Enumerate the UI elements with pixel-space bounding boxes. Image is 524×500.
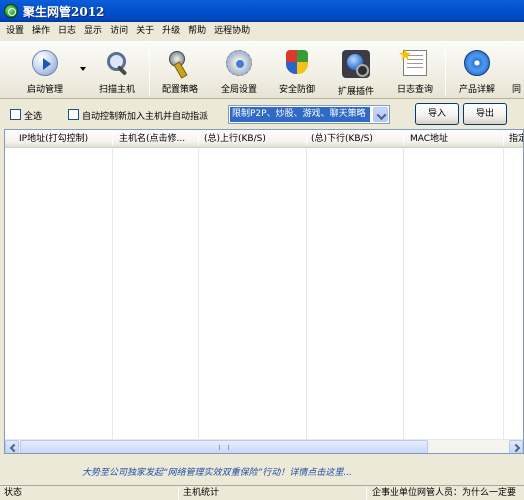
log-query-button[interactable]: 日志查询 (390, 42, 440, 98)
log-icon (398, 45, 427, 76)
product-details-label: 产品详解 (458, 85, 495, 95)
column-download[interactable]: (总)下行(KB/S) (311, 130, 403, 148)
chevron-down-icon[interactable] (373, 107, 388, 122)
scan-hosts-label: 扫描主机 (98, 85, 135, 95)
options-row: 全选 自动控制新加入主机并自动指派 限制P2P、炒股、游戏、聊天策略 导入 导出 (0, 101, 524, 129)
security-defense-button[interactable]: 安全防御 (272, 42, 322, 98)
column-separator[interactable] (198, 133, 199, 145)
horizontal-scrollbar[interactable] (5, 439, 523, 453)
column-separator[interactable] (503, 133, 504, 145)
global-settings-button[interactable]: 全局设置 (214, 42, 264, 98)
promo-link[interactable]: 大势至公司独家发起“网络管理实效双重保险”行动！详情点击这里... (82, 465, 352, 478)
disc-icon (464, 50, 490, 76)
auto-control-checkbox[interactable] (68, 109, 79, 120)
host-table[interactable]: IP地址(打勾控制) 主机名(点击修... (总)上行(KB/S) (总)下行(… (4, 129, 524, 454)
more-toolbar-button[interactable]: 同 (512, 42, 524, 98)
magnifier-icon (104, 50, 130, 76)
scroll-left-icon[interactable] (5, 440, 19, 453)
grid-line (198, 148, 199, 441)
more-toolbar-label: 同 (512, 85, 522, 95)
host-stats-text: 主机统计 (183, 488, 220, 498)
more-icon (512, 50, 524, 76)
menu-access[interactable]: 访问 (106, 22, 132, 40)
play-icon (32, 50, 58, 76)
status-separator (366, 487, 367, 500)
start-management-button[interactable]: 启动管理 (10, 42, 80, 98)
shield-icon (286, 50, 308, 76)
column-separator[interactable] (306, 133, 307, 145)
grid-line (403, 148, 404, 441)
export-button[interactable]: 导出 (463, 103, 507, 125)
column-separator[interactable] (112, 133, 113, 145)
menu-display[interactable]: 显示 (80, 22, 106, 40)
status-bar: 状态 主机统计 企事业单位网管人员：为什么一定要 (0, 485, 524, 500)
configure-policy-button[interactable]: 配置策略 (155, 42, 205, 98)
menu-settings[interactable]: 设置 (2, 22, 28, 40)
toolbar-separator (445, 46, 446, 96)
start-management-dropdown-arrow[interactable] (80, 67, 86, 71)
key-icon (167, 50, 193, 76)
menu-help[interactable]: 帮助 (184, 22, 210, 40)
toolbar: 启动管理 扫描主机 配置策略 全局设置 安全防御 扩展插件 日志查询 产品详解 … (0, 41, 524, 99)
import-button[interactable]: 导入 (415, 103, 459, 125)
column-hostname[interactable]: 主机名(点击修... (119, 130, 199, 148)
column-mac-address[interactable]: MAC地址 (410, 130, 502, 148)
global-settings-label: 全局设置 (220, 85, 257, 95)
select-all-checkbox[interactable] (10, 109, 21, 120)
column-separator[interactable] (403, 133, 404, 145)
start-management-label: 启动管理 (26, 85, 63, 95)
title-bar[interactable]: 聚生网管2012 (0, 0, 524, 22)
scrollbar-thumb[interactable] (20, 440, 428, 453)
window-title: 聚生网管2012 (23, 4, 105, 19)
select-all-label[interactable]: 全选 (24, 109, 42, 122)
menu-log[interactable]: 日志 (54, 22, 80, 40)
status-message[interactable]: 企事业单位网管人员：为什么一定要 (372, 487, 524, 500)
scan-hosts-button[interactable]: 扫描主机 (92, 42, 142, 98)
menu-bar: 设置 操作 日志 显示 访问 关于 升级 帮助 远程协助 (0, 22, 524, 40)
policy-select-value: 限制P2P、炒股、游戏、聊天策略 (230, 107, 370, 122)
status-text: 状态 (4, 488, 23, 498)
grid-line (112, 148, 113, 441)
extension-plugins-button[interactable]: 扩展插件 (330, 42, 382, 98)
toolbar-separator (149, 46, 150, 96)
menu-operations[interactable]: 操作 (28, 22, 54, 40)
plugin-icon (342, 50, 370, 78)
menu-remote-assist[interactable]: 远程协助 (210, 22, 254, 40)
column-assign[interactable]: 指定 (509, 130, 523, 148)
auto-control-label[interactable]: 自动控制新加入主机并自动指派 (82, 109, 208, 122)
status-separator (178, 487, 179, 500)
scroll-right-icon[interactable] (509, 440, 523, 453)
table-header: IP地址(打勾控制) 主机名(点击修... (总)上行(KB/S) (总)下行(… (5, 130, 523, 148)
gear-icon (226, 50, 252, 76)
extension-plugins-label: 扩展插件 (337, 87, 374, 97)
policy-select[interactable]: 限制P2P、炒股、游戏、聊天策略 (228, 105, 390, 124)
menu-upgrade[interactable]: 升级 (158, 22, 184, 40)
log-query-label: 日志查询 (396, 85, 433, 95)
app-logo-icon (4, 4, 18, 18)
security-defense-label: 安全防御 (278, 85, 315, 95)
menu-about[interactable]: 关于 (132, 22, 158, 40)
grid-line (503, 148, 504, 441)
product-details-button[interactable]: 产品详解 (452, 42, 502, 98)
configure-policy-label: 配置策略 (161, 85, 198, 95)
column-ip-address[interactable]: IP地址(打勾控制) (19, 130, 111, 148)
column-upload[interactable]: (总)上行(KB/S) (204, 130, 304, 148)
grid-line (306, 148, 307, 441)
